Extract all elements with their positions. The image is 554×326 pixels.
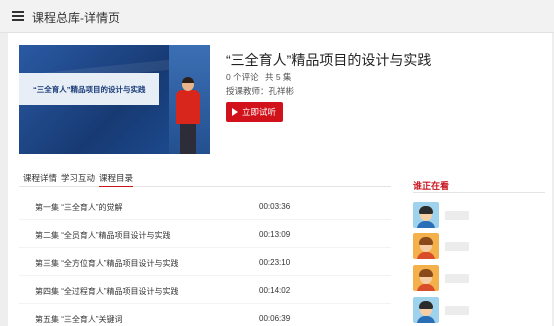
lesson-duration: 00:03:36: [259, 202, 291, 211]
course-thumbnail[interactable]: “三全育人”精品项目的设计与实践: [19, 45, 210, 154]
viewer-name-blurred: [445, 211, 469, 220]
girl-avatar-icon: [413, 265, 439, 291]
lesson-duration: 00:23:10: [259, 258, 291, 267]
lesson-name: 第三集 “全方位育人”精品项目设计与实践: [35, 259, 179, 268]
lesson-name: 第五集 “三全育人”关键词: [35, 315, 123, 324]
lesson-name: 第二集 “全员育人”精品项目设计与实践: [35, 231, 171, 240]
boy-avatar-icon: [413, 297, 439, 323]
lesson-item[interactable]: 第二集 “全员育人”精品项目设计与实践 00:13:09: [19, 220, 391, 248]
girl-avatar-icon: [413, 233, 439, 259]
lesson-name: 第一集 “三全育人”的觉解: [35, 203, 123, 212]
lesson-item[interactable]: 第四集 “全过程育人”精品项目设计与实践 00:14:02: [19, 276, 391, 304]
try-listen-label: 立即试听: [242, 107, 277, 117]
course-teacher: 授课教师：孔祥彬: [226, 86, 295, 96]
lesson-name: 第四集 “全过程育人”精品项目设计与实践: [35, 287, 179, 296]
tab-learning-interaction[interactable]: 学习互动: [61, 172, 95, 187]
episode-count: 共 5 集: [264, 72, 292, 82]
lesson-item[interactable]: 第一集 “三全育人”的觉解 00:03:36: [19, 192, 391, 220]
boy-avatar-icon: [413, 202, 439, 228]
try-listen-button[interactable]: 立即试听: [226, 102, 283, 122]
viewer-item[interactable]: [413, 265, 513, 291]
viewer-item[interactable]: [413, 202, 513, 228]
lesson-duration: 00:14:02: [259, 286, 291, 295]
top-bar: 课程总库-详情页: [0, 0, 554, 33]
comment-count[interactable]: 0 个评论: [226, 72, 259, 82]
menu-icon[interactable]: [12, 11, 24, 21]
course-meta: 0 个评论 共 5 集: [226, 71, 295, 83]
presenter-figure: [176, 77, 200, 154]
viewer-item[interactable]: [413, 233, 513, 259]
page-title: 课程总库-详情页: [32, 11, 120, 25]
watching-title: 谁正在看: [413, 181, 450, 191]
viewer-name-blurred: [445, 242, 469, 251]
lesson-duration: 00:13:09: [259, 230, 291, 239]
tab-course-details[interactable]: 课程详情: [23, 172, 57, 187]
play-icon: [232, 108, 238, 116]
viewer-item[interactable]: [413, 297, 513, 323]
thumbnail-title: “三全育人”精品项目的设计与实践: [33, 85, 146, 94]
viewer-name-blurred: [445, 306, 469, 315]
tab-course-catalog[interactable]: 课程目录: [99, 172, 134, 187]
lesson-item[interactable]: 第五集 “三全育人”关键词 00:06:39: [19, 304, 391, 326]
course-tabs: 课程详情 学习互动 课程目录: [19, 172, 391, 187]
watching-divider: [413, 192, 545, 193]
viewer-name-blurred: [445, 274, 469, 283]
lesson-item[interactable]: 第三集 “全方位育人”精品项目设计与实践 00:23:10: [19, 248, 391, 276]
lesson-duration: 00:06:39: [259, 314, 291, 323]
course-title: “三全育人”精品项目的设计与实践: [226, 52, 432, 68]
